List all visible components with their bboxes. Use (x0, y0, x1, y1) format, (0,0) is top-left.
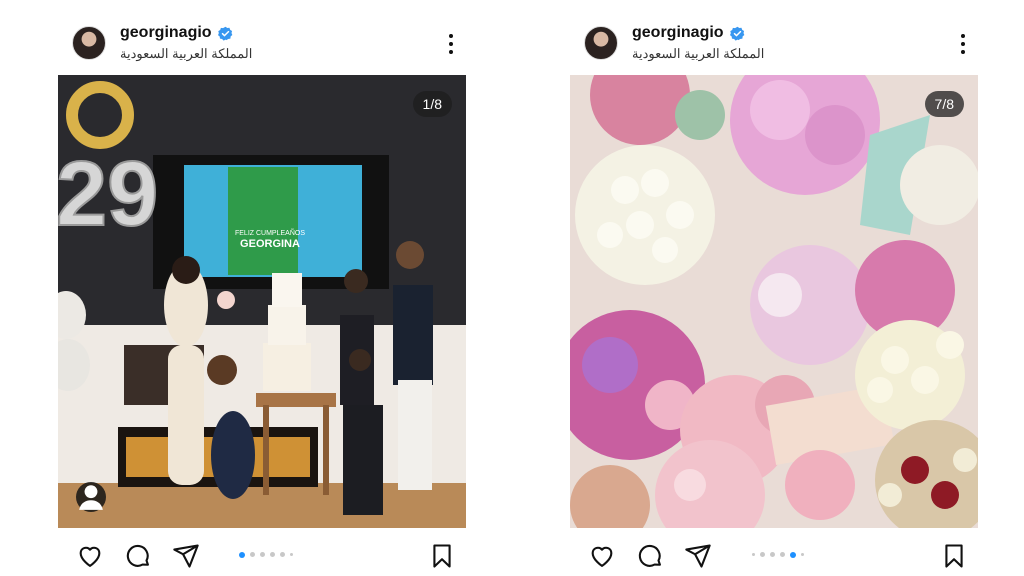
carousel-dot[interactable] (760, 552, 765, 557)
post-image-party[interactable]: FELIZ CUMPLEAÑOS GEORGINA 29 1/8 (58, 75, 466, 528)
flowers-photo (570, 75, 978, 528)
carousel-dot[interactable] (290, 553, 293, 556)
carousel-dot[interactable] (770, 552, 775, 557)
username[interactable]: georginagio (120, 24, 212, 42)
verified-icon (729, 26, 744, 41)
rose-bouquet-white (575, 145, 715, 285)
username[interactable]: georginagio (632, 24, 724, 42)
post-card: georginagio المملكة العربية السعودية FEL… (56, 0, 476, 576)
carousel-dot[interactable] (260, 552, 265, 557)
carousel-dot[interactable] (280, 552, 285, 557)
bookmark-icon[interactable] (428, 542, 456, 570)
carousel-dot[interactable] (780, 552, 785, 557)
action-bar (568, 538, 988, 574)
carousel-dot[interactable] (801, 553, 804, 556)
slide-counter: 1/8 (412, 91, 452, 117)
carousel-dot[interactable] (790, 551, 796, 558)
tv-line2: GEORGINA (240, 238, 300, 250)
location-label[interactable]: المملكة العربية السعودية (632, 46, 764, 62)
carousel-dot[interactable] (250, 552, 255, 557)
location-label[interactable]: المملكة العربية السعودية (120, 46, 252, 62)
carousel-dot[interactable] (239, 551, 245, 558)
party-photo: FELIZ CUMPLEAÑOS GEORGINA 29 (58, 75, 466, 528)
post-card: georginagio المملكة العربية السعودية 7/8 (568, 0, 988, 576)
post-header: georginagio المملكة العربية السعودية (568, 16, 988, 66)
tv-line1: FELIZ CUMPLEAÑOS (235, 228, 305, 237)
action-bar (56, 538, 476, 574)
more-icon[interactable] (960, 34, 966, 54)
avatar[interactable] (72, 26, 106, 60)
tag-user-icon[interactable] (76, 482, 106, 512)
avatar[interactable] (584, 26, 618, 60)
verified-icon (217, 26, 232, 41)
carousel-dots (568, 551, 988, 558)
carousel-dot[interactable] (270, 552, 275, 557)
username-row: georginagio (632, 24, 745, 42)
post-image-flowers[interactable]: 7/8 (570, 75, 978, 528)
username-row: georginagio (120, 24, 233, 42)
bookmark-icon[interactable] (940, 542, 968, 570)
carousel-dot[interactable] (752, 553, 755, 556)
post-header: georginagio المملكة العربية السعودية (56, 16, 476, 66)
balloon-number: 29 (58, 143, 158, 245)
slide-counter: 7/8 (924, 91, 964, 117)
more-icon[interactable] (448, 34, 454, 54)
carousel-dots (56, 551, 476, 558)
